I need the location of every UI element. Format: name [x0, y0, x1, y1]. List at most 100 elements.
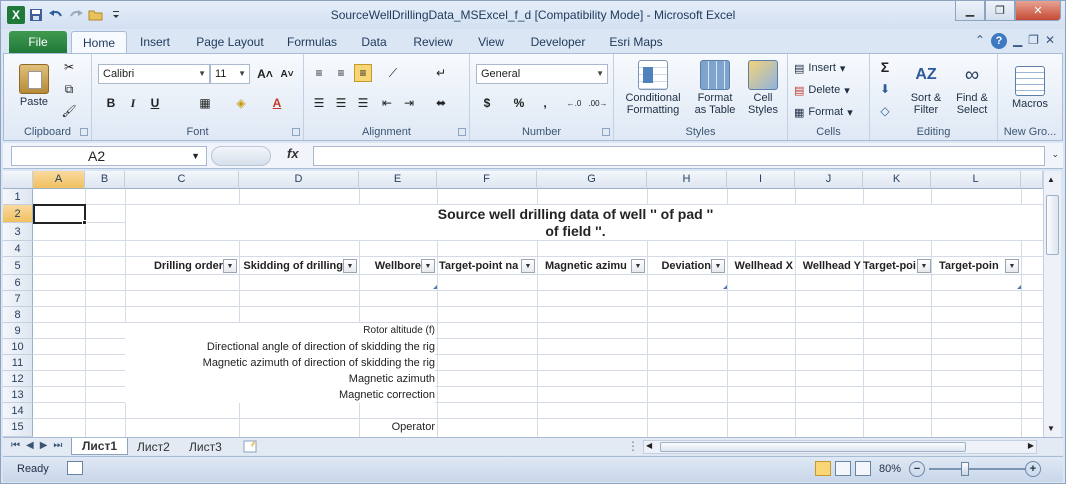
borders-icon[interactable]: ▦ — [196, 94, 214, 112]
column-header[interactable]: G — [537, 171, 647, 189]
number-format-select[interactable]: General ▼ — [476, 64, 608, 84]
scroll-left-icon[interactable]: ◀ — [646, 441, 652, 450]
column-header[interactable]: E — [359, 171, 437, 189]
vertical-scrollbar[interactable]: ▲ ▼ — [1043, 171, 1061, 437]
align-top-icon[interactable]: ≡ — [310, 64, 328, 82]
wrap-text-icon[interactable]: ↵ — [432, 64, 450, 82]
align-left-icon[interactable]: ☰ — [310, 94, 328, 112]
font-name-select[interactable]: Calibri ▼ — [98, 64, 210, 84]
tab-home[interactable]: Home — [71, 31, 127, 53]
label-magnetic-azimuth-skidding[interactable]: Magnetic azimuth of direction of skiddin… — [125, 355, 435, 371]
cut-icon[interactable]: ✂ — [60, 58, 78, 76]
workbook-restore-icon[interactable]: ❐ — [1028, 33, 1039, 49]
number-launcher-icon[interactable] — [602, 128, 610, 136]
close-button[interactable]: ✕ — [1015, 1, 1061, 21]
filter-dropdown-icon[interactable]: ▼ — [917, 259, 931, 273]
orientation-icon[interactable]: ⟋ — [384, 64, 402, 82]
row-header[interactable]: 15 — [3, 419, 33, 437]
row-header[interactable]: 7 — [3, 291, 33, 307]
column-header[interactable]: H — [647, 171, 727, 189]
horizontal-scroll-thumb[interactable] — [660, 442, 966, 452]
tab-view[interactable]: View — [469, 31, 513, 53]
column-header[interactable]: L — [931, 171, 1021, 189]
tab-page-layout[interactable]: Page Layout — [189, 31, 271, 53]
filter-dropdown-icon[interactable]: ▼ — [631, 259, 645, 273]
formula-bar-resize-handle[interactable] — [211, 146, 271, 166]
column-header[interactable]: K — [863, 171, 931, 189]
insert-function-button[interactable]: fx — [287, 146, 299, 161]
zoom-out-icon[interactable]: − — [909, 461, 925, 477]
sheet-tab-1[interactable]: Лист1 — [71, 438, 129, 455]
row-header[interactable]: 5 — [3, 257, 33, 275]
italic-button[interactable]: I — [124, 94, 142, 112]
row-header[interactable]: 13 — [3, 387, 33, 403]
normal-view-icon[interactable] — [815, 461, 831, 476]
table-header-cell[interactable]: Wellhead Y — [795, 258, 863, 274]
currency-button[interactable]: $ — [478, 94, 496, 112]
filter-dropdown-icon[interactable]: ▼ — [223, 259, 237, 273]
scroll-right-icon[interactable]: ▶ — [1028, 441, 1034, 450]
row-header[interactable]: 10 — [3, 339, 33, 355]
clipboard-launcher-icon[interactable] — [80, 128, 88, 136]
page-layout-view-icon[interactable] — [835, 461, 851, 476]
column-header[interactable]: J — [795, 171, 863, 189]
column-header[interactable]: D — [239, 171, 359, 189]
label-rotor-altitude[interactable]: Rotor altitude (f) — [125, 323, 435, 339]
column-header[interactable]: F — [437, 171, 537, 189]
align-center-icon[interactable]: ☰ — [332, 94, 350, 112]
shrink-font-button[interactable]: A ˅ — [278, 65, 296, 83]
filter-dropdown-icon[interactable]: ▼ — [711, 259, 725, 273]
sheet-title-line1[interactable]: Source well drilling data of well '' of … — [126, 206, 1025, 223]
zoom-slider-thumb[interactable] — [961, 462, 969, 476]
font-size-select[interactable]: 11 ▼ — [210, 64, 250, 84]
zoom-level[interactable]: 80% — [879, 463, 901, 475]
column-header[interactable]: I — [727, 171, 795, 189]
format-painter-icon[interactable]: 🖌 — [60, 102, 78, 120]
horizontal-scrollbar[interactable]: ◀ ▶ — [643, 440, 1037, 454]
tab-insert[interactable]: Insert — [131, 31, 179, 53]
label-operator[interactable]: Operator — [359, 419, 435, 435]
fill-color-icon[interactable]: ◈ — [232, 94, 250, 112]
table-header-cell[interactable]: Wellhead X — [727, 258, 795, 274]
select-all-corner[interactable] — [3, 171, 33, 189]
decrease-decimal-icon[interactable]: .00→ — [588, 94, 608, 112]
row-header[interactable]: 4 — [3, 241, 33, 257]
increase-decimal-icon[interactable]: ←.0 — [564, 94, 584, 112]
selected-cell[interactable] — [33, 204, 86, 224]
filter-dropdown-icon[interactable]: ▼ — [421, 259, 435, 273]
delete-cells-button[interactable]: ▤ Delete ▾ — [794, 80, 850, 100]
tab-file[interactable]: File — [9, 31, 67, 53]
cell-styles-button[interactable]: Cell Styles — [740, 58, 786, 118]
tab-data[interactable]: Data — [353, 31, 395, 53]
align-right-icon[interactable]: ☰ — [354, 94, 372, 112]
paste-button[interactable]: Paste — [14, 58, 54, 114]
filter-dropdown-icon[interactable]: ▼ — [343, 259, 357, 273]
scroll-up-icon[interactable]: ▲ — [1047, 175, 1055, 184]
worksheet-grid[interactable]: A B C D E F G H I J K L 1 2 3 4 5 6 7 8 … — [3, 171, 1043, 437]
label-magnetic-azimuth[interactable]: Magnetic azimuth — [125, 371, 435, 387]
macro-record-icon[interactable] — [67, 461, 83, 475]
minimize-button[interactable]: ▁ — [955, 1, 985, 21]
alignment-launcher-icon[interactable] — [458, 128, 466, 136]
row-header[interactable]: 2 — [3, 205, 33, 223]
sheet-tab-3[interactable]: Лист3 — [179, 438, 232, 455]
row-header[interactable]: 6 — [3, 275, 33, 291]
insert-sheet-icon[interactable] — [241, 439, 259, 454]
table-header-cell[interactable]: Drilling order — [125, 258, 239, 274]
autosum-button[interactable]: Σ — [876, 58, 894, 76]
sheet-navigation-icons[interactable]: ⏮◀▶⏭ — [11, 440, 68, 451]
format-cells-button[interactable]: ▦ Format ▾ — [794, 102, 853, 122]
merge-center-icon[interactable]: ⬌ — [432, 94, 450, 112]
conditional-formatting-button[interactable]: Conditional Formatting — [618, 58, 688, 118]
minimize-ribbon-icon[interactable]: ⌃ — [975, 33, 985, 49]
expand-formula-bar-icon[interactable]: ⌄ — [1051, 149, 1059, 160]
table-header-cell[interactable]: Skidding of drilling — [239, 258, 359, 274]
tab-formulas[interactable]: Formulas — [281, 31, 343, 53]
percent-button[interactable]: % — [510, 94, 528, 112]
zoom-in-icon[interactable]: + — [1025, 461, 1041, 477]
sheet-title-line2[interactable]: of field ''. — [126, 223, 1025, 240]
column-header[interactable]: B — [85, 171, 125, 189]
clear-icon[interactable]: ◇ — [876, 102, 894, 120]
formula-input[interactable] — [313, 146, 1045, 166]
name-box[interactable]: A2 ▼ — [11, 146, 207, 166]
